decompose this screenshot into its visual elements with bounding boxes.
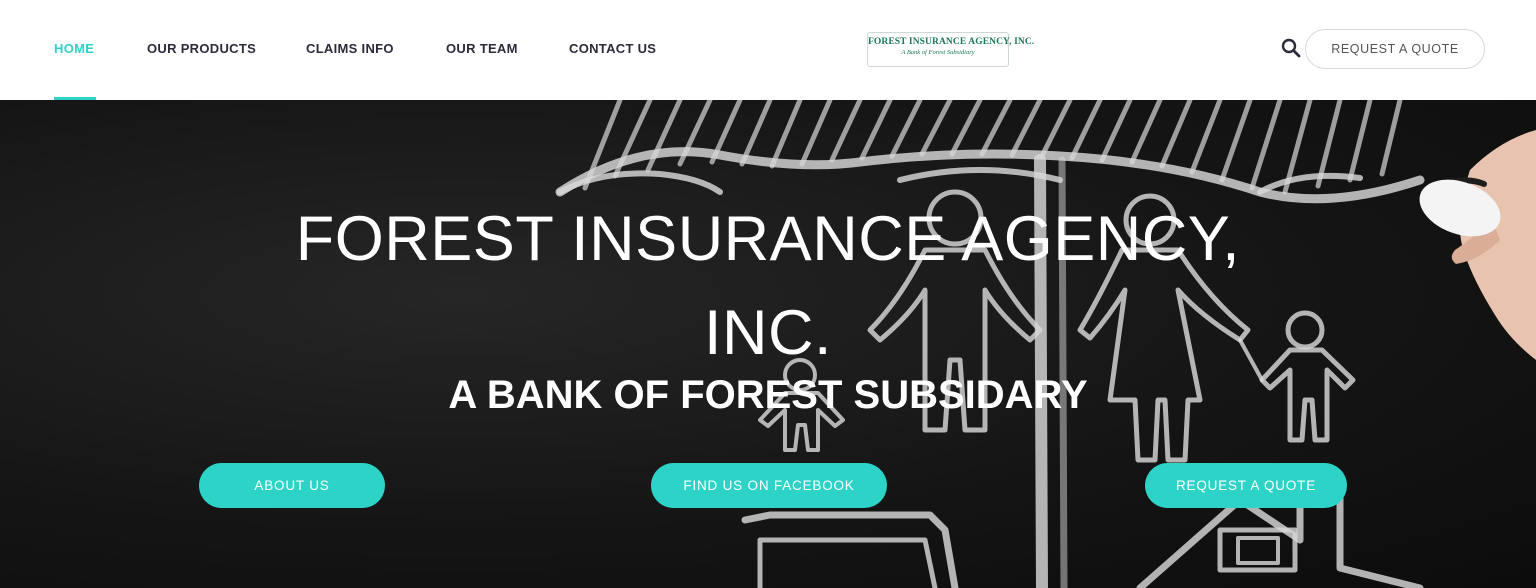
hero-title: FOREST INSURANCE AGENCY, INC. xyxy=(168,192,1368,380)
site-header: HOME OUR PRODUCTS CLAIMS INFO OUR TEAM C… xyxy=(0,0,1536,100)
nav-our-products[interactable]: OUR PRODUCTS xyxy=(147,41,256,56)
hero-subtitle: A BANK OF FOREST SUBSIDARY xyxy=(448,373,1088,417)
nav-contact-us[interactable]: CONTACT US xyxy=(569,41,656,56)
logo-text: FOREST INSURANCE AGENCY, INC. xyxy=(868,37,1035,47)
site-logo[interactable]: FOREST INSURANCE AGENCY, INC. A Bank of … xyxy=(867,32,1035,67)
nav-our-team[interactable]: OUR TEAM xyxy=(446,41,518,56)
logo-tagline: A Bank of Forest Subsidiary xyxy=(901,49,975,56)
hand-with-chalk-image xyxy=(1419,130,1536,360)
search-icon[interactable] xyxy=(1280,37,1302,59)
hero-title-line-1: FOREST INSURANCE AGENCY, xyxy=(295,204,1241,274)
hero-request-quote-button[interactable]: REQUEST A QUOTE xyxy=(1145,463,1347,508)
hero-title-line-2: INC. xyxy=(704,298,832,368)
hero-banner: FOREST INSURANCE AGENCY, INC. A BANK OF … xyxy=(0,100,1536,588)
header-request-quote-button[interactable]: REQUEST A QUOTE xyxy=(1305,29,1485,69)
nav-home[interactable]: HOME xyxy=(54,41,94,56)
nav-claims-info[interactable]: CLAIMS INFO xyxy=(306,41,394,56)
about-us-button[interactable]: ABOUT US xyxy=(199,463,385,508)
find-us-on-facebook-button[interactable]: FIND US ON FACEBOOK xyxy=(651,463,887,508)
